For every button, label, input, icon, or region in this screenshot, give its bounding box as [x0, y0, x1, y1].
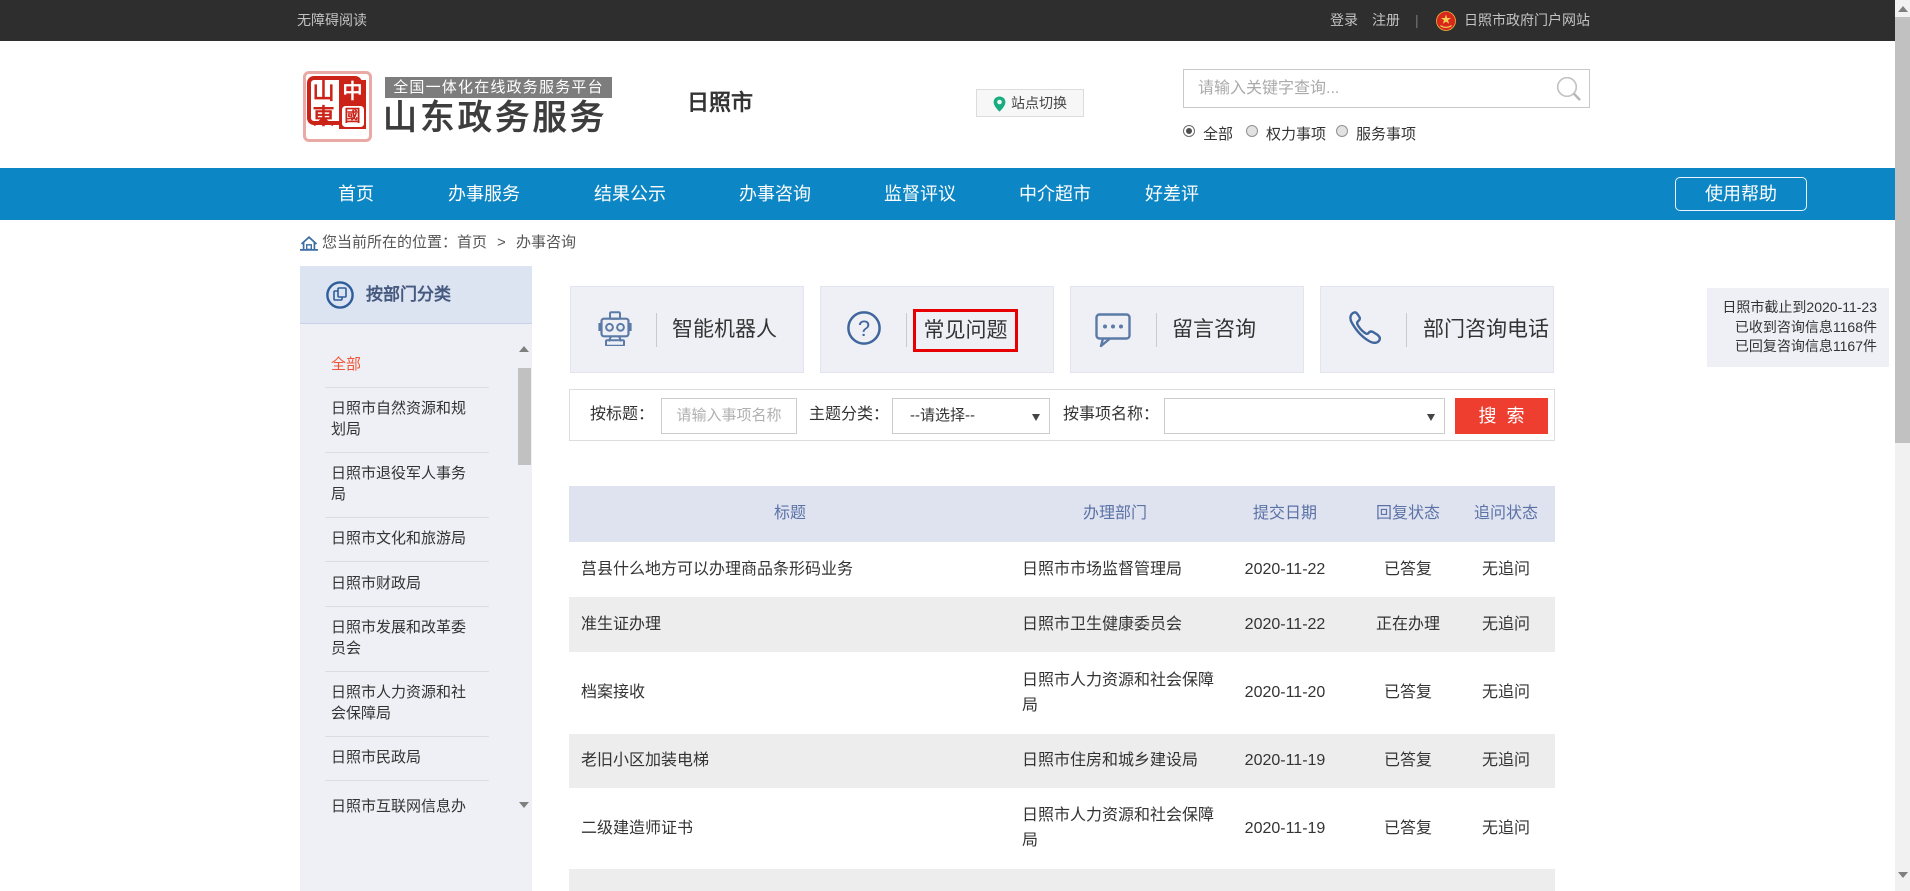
svg-text:?: ?	[858, 316, 870, 341]
